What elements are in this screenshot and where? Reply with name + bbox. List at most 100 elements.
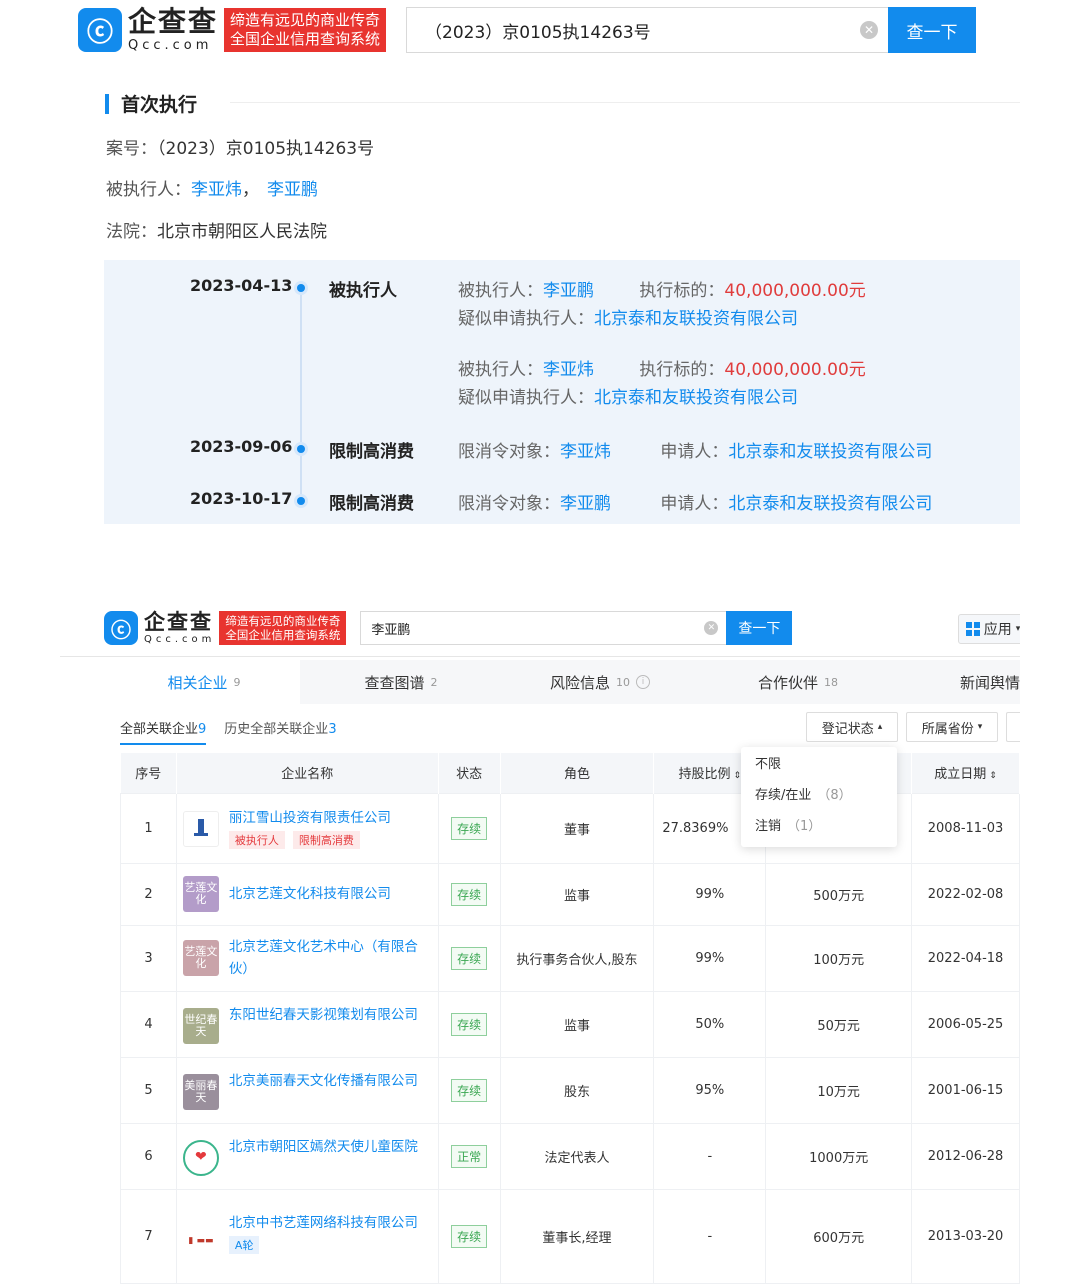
company-link[interactable]: 北京泰和友联投资有限公司	[594, 388, 798, 408]
event-detail: 被执行人：李亚炜 执行标的：40,000,000.00元	[458, 355, 866, 380]
company-link[interactable]: 北京泰和友联投资有限公司	[728, 442, 932, 462]
tab-graph[interactable]: 查查图谱 2	[300, 660, 502, 704]
date-cell: 2013-03-20	[911, 1188, 1020, 1284]
info-icon[interactable]: i	[636, 675, 650, 689]
tab-news[interactable]: 新闻舆情	[898, 660, 1020, 704]
person-link[interactable]: 李亚鹏	[560, 494, 611, 514]
company-link[interactable]: 北京美丽春天文化传播有限公司	[229, 1070, 418, 1092]
tab-related-companies[interactable]: 相关企业 9	[108, 660, 300, 704]
table-row: 5 美丽春天 北京美丽春天文化传播有限公司 存续 股东 95% 10万元 200…	[120, 1056, 1020, 1124]
debtor-label: 被执行人：	[106, 180, 191, 200]
person-link[interactable]: 李亚炜	[543, 360, 594, 380]
more-filter[interactable]	[1006, 712, 1020, 742]
date-cell: 2001-06-15	[911, 1056, 1020, 1124]
amount-value: 40,000,000.00元	[724, 360, 866, 380]
detail-label: 执行标的：	[639, 281, 725, 301]
status-badge: 存续	[451, 1012, 488, 1036]
logo-domain: Qcc.com	[128, 38, 213, 53]
subtab-label: 全部关联企业	[120, 722, 199, 737]
company-link[interactable]: 北京市朝阳区嫣然天使儿童医院	[229, 1136, 418, 1158]
apps-button[interactable]: 应用 ▾	[958, 614, 1020, 644]
related-companies-panel: ⓒ 企查查 Qcc.com 缔造有远见的商业传奇 全国企业信用查询系统 李亚鹏 …	[60, 600, 1020, 1284]
role-cell: 董事	[499, 792, 655, 864]
timeline-dot	[297, 284, 305, 292]
company-link[interactable]: 丽江雪山投资有限责任公司	[229, 807, 391, 829]
apps-label: 应用	[983, 622, 1012, 638]
company-logo	[182, 811, 219, 847]
risk-tag[interactable]: 被执行人	[228, 831, 285, 849]
company-link[interactable]: 北京艺莲文化科技有限公司	[229, 883, 391, 905]
col-header-sortable[interactable]: 成立日期 ⇕	[911, 753, 1020, 793]
slogan-banner: 缔造有远见的商业传奇 全国企业信用查询系统	[219, 611, 347, 645]
filter-label: 所属省份	[921, 721, 974, 737]
status-filter[interactable]: 登记状态 ▴	[806, 712, 898, 742]
debtor-link[interactable]: 李亚炜	[191, 180, 242, 200]
company-cell: ❤ 北京市朝阳区嫣然天使儿童医院	[175, 1122, 439, 1190]
table-row: 6 ❤ 北京市朝阳区嫣然天使儿童医院 正常 法定代表人 - 1000万元 201…	[120, 1122, 1020, 1190]
subtab-count: 9	[198, 722, 207, 737]
status-cell: 存续	[437, 924, 501, 992]
event-type: 限制高消费	[329, 442, 414, 462]
subtab-all[interactable]: 全部关联企业9	[120, 718, 207, 745]
date-cell: 2022-02-08	[911, 862, 1020, 926]
dropdown-option-all[interactable]: 不限	[741, 747, 897, 778]
detail-label: 限消令对象：	[458, 494, 560, 514]
event-date: 2023-10-17	[190, 489, 293, 508]
status-cell: 存续	[437, 1188, 501, 1284]
company-link[interactable]: 北京中书艺莲网络科技有限公司	[229, 1212, 418, 1234]
clear-icon[interactable]: ✕	[704, 621, 719, 635]
company-link[interactable]: 北京艺莲文化艺术中心（有限合伙）	[229, 936, 430, 980]
clear-icon[interactable]: ✕	[860, 21, 879, 39]
event-detail: 被执行人：李亚鹏 执行标的：40,000,000.00元	[458, 276, 866, 301]
logo-text: 企查查	[144, 609, 213, 634]
header-second: ⓒ 企查查 Qcc.com 缔造有远见的商业传奇 全国企业信用查询系统 李亚鹏 …	[104, 610, 1020, 646]
event-date: 2023-04-13	[190, 276, 293, 295]
company-link[interactable]: 北京泰和友联投资有限公司	[728, 494, 932, 514]
person-link[interactable]: 李亚炜	[560, 442, 611, 462]
debtor-link[interactable]: 李亚鹏	[267, 180, 318, 200]
province-filter[interactable]: 所属省份 ▾	[906, 712, 998, 742]
qcc-logo[interactable]: ⓒ 企查查 Qcc.com	[78, 8, 218, 52]
detail-label: 疑似申请执行人：	[458, 388, 594, 408]
capital-cell: 600万元	[765, 1188, 913, 1284]
tab-risk[interactable]: 风险信息 10 i	[502, 660, 698, 704]
event-detail: 限消令对象：李亚鹏 申请人：北京泰和友联投资有限公司	[458, 489, 932, 514]
dropdown-option-cancelled[interactable]: 注销 （1）	[741, 809, 897, 840]
table-row: 2 艺莲文化 北京艺莲文化科技有限公司 存续 监事 99% 500万元 2022…	[120, 862, 1020, 926]
caret-up-icon: ▴	[877, 722, 883, 732]
risk-tag[interactable]: 限制高消费	[292, 831, 360, 849]
col-header: 状态	[438, 753, 501, 793]
search-input[interactable]: 李亚鹏	[371, 619, 704, 638]
person-link[interactable]: 李亚鹏	[543, 281, 594, 301]
company-link[interactable]: 东阳世纪春天影视策划有限公司	[229, 1004, 418, 1026]
search-input[interactable]: （2023）京0105执14263号	[425, 18, 860, 43]
subtab-history[interactable]: 历史全部关联企业3	[224, 718, 336, 745]
event-detail: 限消令对象：李亚炜 申请人：北京泰和友联投资有限公司	[458, 437, 932, 462]
status-cell: 存续	[437, 862, 501, 926]
event-detail: 疑似申请执行人：北京泰和友联投资有限公司	[458, 383, 798, 408]
company-logo: 美丽春天	[182, 1074, 219, 1110]
search-box: 李亚鹏 ✕	[360, 611, 727, 645]
funding-tag[interactable]: A轮	[228, 1236, 260, 1254]
court-label: 法院：	[106, 222, 157, 242]
status-badge: 存续	[451, 882, 488, 906]
qcc-logo-icon: ⓒ	[104, 611, 138, 645]
tab-count: 9	[233, 675, 241, 689]
slogan-line: 全国企业信用查询系统	[225, 628, 341, 642]
company-link[interactable]: 北京泰和友联投资有限公司	[594, 309, 798, 329]
option-count: （8）	[817, 788, 852, 803]
company-logo: 艺莲文化	[182, 876, 219, 912]
row-index: 6	[120, 1122, 177, 1190]
caret-down-icon: ▾	[977, 722, 983, 732]
search-button[interactable]: 查一下	[888, 7, 977, 53]
dropdown-option-active[interactable]: 存续/在业 （8）	[741, 778, 897, 809]
date-cell: 2022-04-18	[911, 924, 1020, 992]
tab-partners[interactable]: 合作伙伴 18	[698, 660, 898, 704]
hospital-logo-icon: ❤	[182, 1140, 219, 1176]
timeline-dot	[297, 445, 305, 453]
search-button[interactable]: 查一下	[726, 611, 793, 645]
tab-label: 风险信息	[549, 673, 610, 692]
detail-label: 被执行人：	[458, 281, 543, 301]
qcc-logo[interactable]: ⓒ 企查查 Qcc.com	[104, 611, 215, 645]
timeline-line	[300, 288, 302, 496]
